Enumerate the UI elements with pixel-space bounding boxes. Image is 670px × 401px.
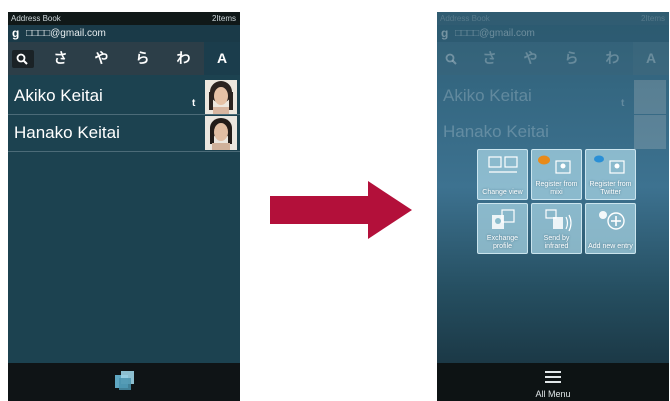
list-item[interactable]: Hanako Keitai <box>8 115 240 152</box>
contact-name: Akiko Keitai <box>14 86 103 105</box>
contact-list: Akiko Keitai t Hanako Keitai <box>437 78 669 150</box>
register-from-twitter-button[interactable]: Register from Twitter <box>585 149 636 200</box>
index-tabs: さ や ら わ A <box>8 42 240 75</box>
hamburger-menu-icon <box>545 371 561 383</box>
google-account-icon: g <box>441 26 449 40</box>
tab-ya[interactable]: や <box>81 42 122 75</box>
tab-ra: ら <box>564 50 579 66</box>
tab-a[interactable]: A <box>204 42 240 75</box>
tab-a: A <box>633 42 669 75</box>
account-row: g □□□□@gmail.com <box>437 25 669 42</box>
app-title: Address Book <box>440 14 490 23</box>
search-icon <box>16 53 28 65</box>
twitter-icon <box>594 155 625 174</box>
change-view-icon <box>488 156 518 173</box>
status-bar: Address Book 2Items <box>8 12 240 25</box>
item-count: 2Items <box>211 14 236 23</box>
address-book-menu-screen: Address Book 2Items g □□□□@gmail.com さ や… <box>437 12 669 401</box>
all-menu-bar[interactable]: All Menu <box>437 363 669 401</box>
exchange-profile-button[interactable]: Exchange profile <box>477 203 528 254</box>
google-account-icon: g <box>12 26 20 40</box>
tab-ra[interactable]: ら <box>122 42 163 75</box>
account-email: □□□□@gmail.com <box>455 28 535 39</box>
context-menu: Change view Register from mixi Register … <box>477 149 636 254</box>
menu-label: Send by infrared <box>543 235 570 250</box>
change-view-button[interactable]: Change view <box>477 149 528 200</box>
tab-sa: さ <box>482 50 497 66</box>
mixi-icon <box>538 155 571 174</box>
list-item: Hanako Keitai <box>437 114 669 150</box>
tab-ya: や <box>523 50 538 66</box>
app-title: Address Book <box>11 14 61 23</box>
send-by-infrared-button[interactable]: Send by infrared <box>531 203 582 254</box>
person-photo-icon <box>205 80 237 114</box>
contact-name: Akiko Keitai <box>443 86 532 105</box>
infrared-icon <box>545 209 572 232</box>
search-tab[interactable] <box>8 42 40 75</box>
list-item[interactable]: Akiko Keitai t <box>8 78 240 115</box>
all-menu-label: All Menu <box>535 389 571 399</box>
add-entry-icon <box>599 211 625 230</box>
menu-label: Register from Twitter <box>589 181 632 196</box>
contact-name: Hanako Keitai <box>14 123 120 142</box>
contact-list: Akiko Keitai t Hanako Keitai <box>8 78 240 152</box>
menu-label: Add new entry <box>588 243 633 250</box>
menu-label: Change view <box>482 189 523 196</box>
tab-wa: わ <box>605 50 620 66</box>
search-icon <box>445 53 457 65</box>
item-count: 2Items <box>640 14 665 23</box>
add-new-entry-button[interactable]: Add new entry <box>585 203 636 254</box>
list-item: Akiko Keitai t <box>437 78 669 114</box>
exchange-profile-icon <box>492 209 515 229</box>
arrow-right-icon <box>270 181 412 239</box>
search-tab <box>437 42 469 75</box>
account-email: □□□□@gmail.com <box>26 28 106 39</box>
menu-label: Register from mixi <box>535 181 578 196</box>
person-photo-icon <box>205 116 237 150</box>
menu-cube-icon[interactable] <box>115 369 135 391</box>
avatar <box>634 115 666 149</box>
index-tabs: さ や ら わ A <box>437 42 669 75</box>
avatar <box>205 116 237 150</box>
menu-label: Exchange profile <box>486 235 519 250</box>
bottom-bar <box>8 363 240 401</box>
avatar <box>205 80 237 114</box>
register-from-mixi-button[interactable]: Register from mixi <box>531 149 582 200</box>
status-bar: Address Book 2Items <box>437 12 669 25</box>
tab-wa[interactable]: わ <box>163 42 204 75</box>
address-book-screen: Address Book 2Items g □□□□@gmail.com さ や… <box>8 12 240 401</box>
contact-name: Hanako Keitai <box>443 122 549 141</box>
avatar <box>634 80 666 114</box>
account-row[interactable]: g □□□□@gmail.com <box>8 25 240 42</box>
tab-sa[interactable]: さ <box>40 42 81 75</box>
